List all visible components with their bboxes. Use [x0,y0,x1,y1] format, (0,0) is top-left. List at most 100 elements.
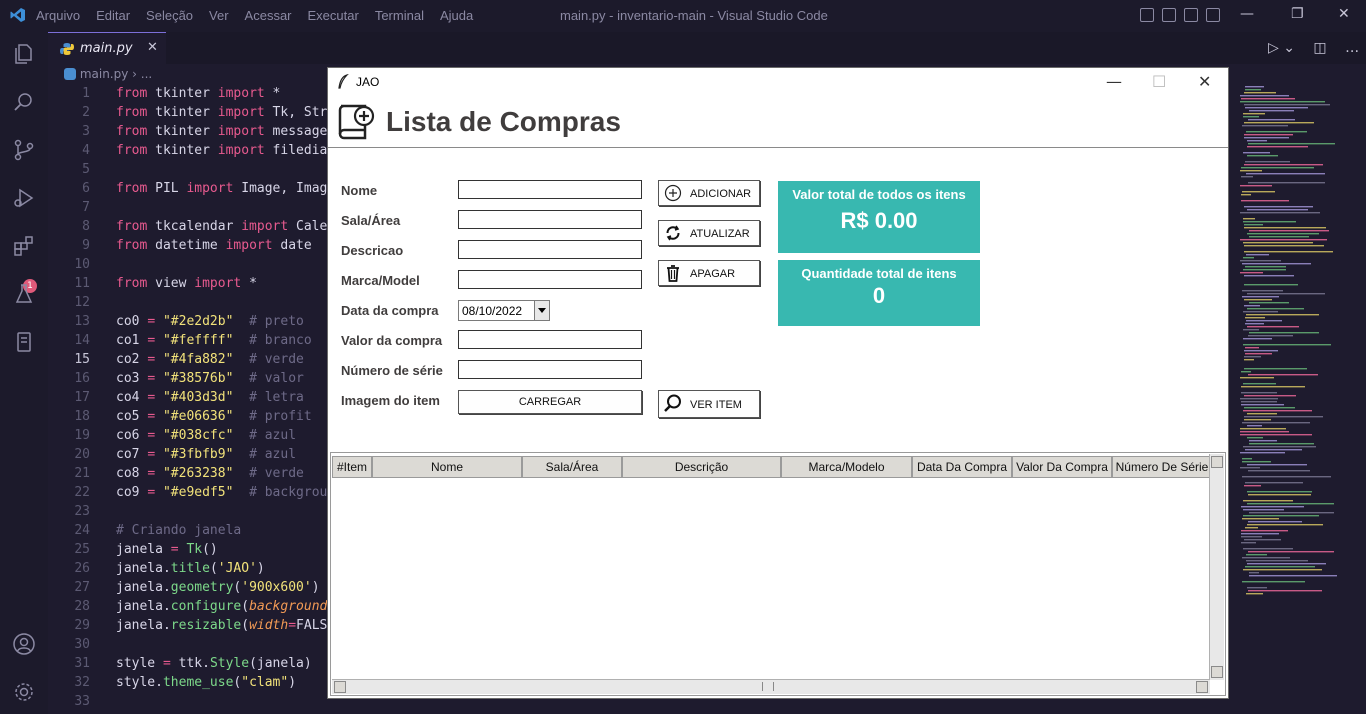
ver-item-button[interactable]: VER ITEM [658,390,760,418]
breadcrumb-text[interactable]: main.py › ... [80,67,152,81]
adicionar-button[interactable]: ADICIONAR [658,180,760,206]
menu-arquivo[interactable]: Arquivo [36,8,80,23]
minimap[interactable] [1238,86,1350,606]
line-number: 5 [82,162,90,177]
toggle-sidebar-icon[interactable] [1140,8,1154,22]
minimap-line [1249,443,1314,445]
split-editor-icon[interactable]: ◫ [1313,40,1326,56]
minimap-line [1242,125,1288,127]
col-serie[interactable]: Número De Série [1112,456,1212,478]
trash-icon [667,265,679,282]
label-descricao: Descricao [341,243,404,258]
restore-icon[interactable]: ❐ [1291,6,1304,22]
source-control-icon[interactable] [12,138,36,162]
col-sala[interactable]: Sala/Área [522,456,622,478]
minimap-line [1243,509,1284,511]
col-nome[interactable]: Nome [372,456,522,478]
menu-editar[interactable]: Editar [96,8,130,23]
minimap-line [1242,422,1310,424]
minimap-line [1248,521,1302,523]
minimap-line [1240,398,1278,400]
minimap-line [1245,317,1265,319]
line-number: 16 [74,371,90,386]
quantity-card: Quantidade total de itens 0 [778,260,980,326]
input-marca[interactable] [458,270,642,289]
input-serie[interactable] [458,360,642,379]
col-data[interactable]: Data Da Compra [912,456,1012,478]
quantity-value: 0 [872,283,886,308]
search-icon[interactable] [12,90,36,114]
carregar-button[interactable]: CARREGAR [458,390,642,414]
vscode-titlebar: Arquivo Editar Seleção Ver Acessar Execu… [0,0,1366,32]
line-text: from tkinter import * [116,86,281,101]
app-minimize-icon[interactable]: — [1106,72,1122,91]
col-item[interactable]: #Item [332,456,372,478]
minimap-line [1246,560,1308,562]
date-picker[interactable]: 08/10/2022 [458,300,550,321]
app-close-icon[interactable]: ✕ [1198,72,1211,91]
minimap-line [1245,89,1261,91]
remote-explorer-icon[interactable] [12,330,36,354]
menu-terminal[interactable]: Terminal [375,8,424,23]
menu-executar[interactable]: Executar [308,8,359,23]
line-text: from view import * [116,276,257,291]
input-nome[interactable] [458,180,642,199]
minimap-line [1247,413,1277,415]
minimap-line [1242,296,1279,298]
toggle-secondary-sidebar-icon[interactable] [1184,8,1198,22]
input-descricao[interactable] [458,240,642,259]
atualizar-label: ATUALIZAR [690,228,750,240]
minimap-line [1245,527,1258,529]
menu-ver[interactable]: Ver [209,8,229,23]
apagar-button[interactable]: APAGAR [658,260,760,286]
scroll-up-arrow-icon[interactable] [1211,456,1223,468]
minimap-line [1244,122,1314,124]
col-descricao[interactable]: Descrição [622,456,781,478]
atualizar-button[interactable]: ATUALIZAR [658,220,760,246]
scroll-left-arrow-icon[interactable] [334,681,346,693]
scroll-down-arrow-icon[interactable] [1211,666,1223,678]
input-valor[interactable] [458,330,642,349]
minimap-line [1240,434,1312,436]
account-icon[interactable] [12,632,36,656]
tab-main-py[interactable]: main.py ✕ [48,32,166,64]
customize-layout-icon[interactable] [1206,8,1220,22]
line-number: 14 [74,333,90,348]
minimap-line [1244,395,1296,397]
col-valor[interactable]: Valor Da Compra [1012,456,1112,478]
line-text: co1 = "#feffff" # branco [116,333,312,348]
minimap-line [1242,290,1283,292]
table-horizontal-scrollbar[interactable] [332,679,1210,694]
run-file-icon[interactable]: ▷ ⌄ [1268,40,1295,56]
explorer-icon[interactable] [12,42,36,66]
minimap-line [1248,119,1295,121]
col-marca[interactable]: Marca/Modelo [781,456,912,478]
minimap-line [1244,356,1261,358]
minimize-icon[interactable]: — [1240,6,1254,22]
refresh-icon [666,225,680,241]
date-dropdown-icon[interactable] [534,301,549,320]
minimap-line [1244,104,1330,106]
settings-gear-icon[interactable] [12,680,36,704]
close-tab-icon[interactable]: ✕ [147,40,158,55]
minimap-line [1247,491,1312,493]
more-actions-icon[interactable]: … [1345,40,1359,56]
minimap-line [1249,236,1309,238]
testing-icon[interactable] [12,282,36,306]
run-debug-icon[interactable] [12,186,36,210]
toggle-panel-icon[interactable] [1162,8,1176,22]
items-table[interactable]: #Item Nome Sala/Área Descrição Marca/Mod… [330,452,1226,696]
scroll-right-arrow-icon[interactable] [1196,681,1208,693]
close-window-icon[interactable]: ✕ [1338,6,1350,22]
menu-ajuda[interactable]: Ajuda [440,8,473,23]
minimap-line [1243,242,1313,244]
extensions-icon[interactable] [12,234,36,258]
input-sala[interactable] [458,210,642,229]
line-number: 32 [74,675,90,690]
menu-acessar[interactable]: Acessar [245,8,292,23]
tab-label: main.py [80,41,133,56]
menu-selecao[interactable]: Seleção [146,8,193,23]
line-text: janela.title('JAO') [116,561,265,576]
table-vertical-scrollbar[interactable] [1209,454,1224,680]
scroll-grip[interactable] [762,682,774,691]
